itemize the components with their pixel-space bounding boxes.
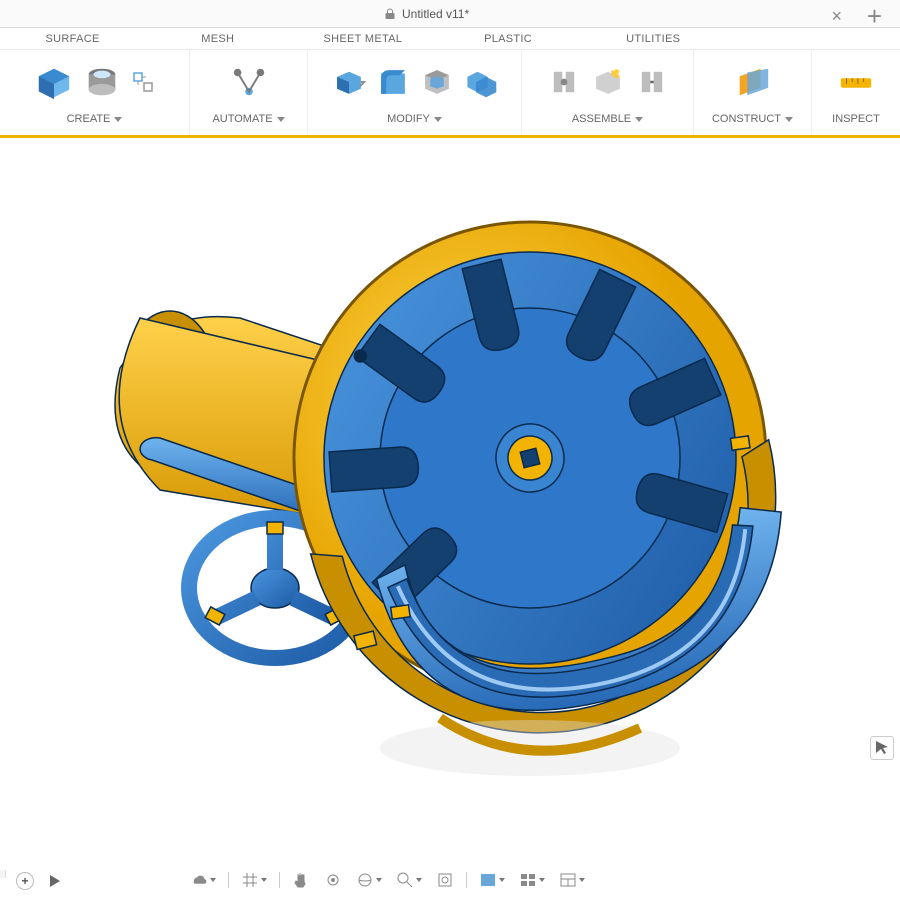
layout-icon xyxy=(559,871,577,889)
measure-icon[interactable] xyxy=(837,63,875,101)
pan-button[interactable] xyxy=(288,869,314,891)
play-icon xyxy=(46,873,62,889)
fit-button[interactable] xyxy=(432,869,458,891)
cylinder-icon[interactable] xyxy=(83,63,121,101)
timeline-expand-button[interactable]: + xyxy=(16,872,34,890)
chevron-down-icon xyxy=(635,117,643,122)
chevron-down-icon xyxy=(261,878,267,882)
panel-mesh[interactable]: MESH xyxy=(145,33,290,45)
document-tab[interactable]: Untitled v11* xyxy=(370,0,483,27)
sketch-icon[interactable] xyxy=(131,70,155,94)
joint-icon[interactable] xyxy=(547,63,581,101)
viewport-single-button[interactable] xyxy=(475,869,509,891)
model-canvas[interactable] xyxy=(0,138,900,870)
assemble-menu[interactable]: ASSEMBLE xyxy=(572,109,643,129)
panel-plastic[interactable]: PLASTIC xyxy=(435,33,580,45)
automate-icon[interactable] xyxy=(230,63,268,101)
viewport-single-icon xyxy=(479,871,497,889)
panel-utilities[interactable]: UTILITIES xyxy=(581,33,726,45)
zoom-icon xyxy=(396,871,414,889)
close-tab-button[interactable]: × xyxy=(831,6,842,27)
chevron-down-icon xyxy=(499,878,505,882)
viewport-layout-button[interactable] xyxy=(555,869,589,891)
look-at-button[interactable] xyxy=(320,869,346,891)
chevron-down-icon xyxy=(114,117,122,122)
selection-filter-button[interactable] xyxy=(870,736,894,760)
ribbon-toolbar: CREATE AUTOMATE MODIFY ASSEMBLE CONSTRUC… xyxy=(0,50,900,138)
presspull-icon[interactable] xyxy=(332,63,366,101)
asbuilt-joint-icon[interactable] xyxy=(635,63,669,101)
group-create: CREATE xyxy=(0,50,190,135)
fillet-icon[interactable] xyxy=(376,63,410,101)
box-icon[interactable] xyxy=(35,63,73,101)
chevron-down-icon xyxy=(416,878,422,882)
navigation-bar xyxy=(180,868,595,892)
grid-icon xyxy=(241,871,259,889)
workspace-panel-tabs: SURFACE MESH SHEET METAL PLASTIC UTILITI… xyxy=(0,28,900,50)
group-automate: AUTOMATE xyxy=(190,50,308,135)
orbit-icon xyxy=(356,871,374,889)
chevron-down-icon xyxy=(277,117,285,122)
construct-menu[interactable]: CONSTRUCT xyxy=(712,109,793,129)
fit-icon xyxy=(436,871,454,889)
grid-settings-button[interactable] xyxy=(237,869,271,891)
cursor-icon xyxy=(873,739,891,757)
modify-menu[interactable]: MODIFY xyxy=(387,109,442,129)
group-inspect: INSPECT xyxy=(812,50,900,135)
shell-icon[interactable] xyxy=(420,63,454,101)
lock-icon xyxy=(384,8,396,20)
plane-icon[interactable] xyxy=(734,63,772,101)
viewport-quad-icon xyxy=(519,871,537,889)
document-tab-bar: Untitled v11* × + xyxy=(0,0,900,28)
new-component-icon[interactable] xyxy=(591,63,625,101)
chevron-down-icon xyxy=(539,878,545,882)
viewport-multi-button[interactable] xyxy=(515,869,549,891)
group-assemble: ASSEMBLE xyxy=(522,50,694,135)
model-view[interactable] xyxy=(60,158,860,818)
document-title: Untitled v11* xyxy=(402,7,469,21)
automate-menu[interactable]: AUTOMATE xyxy=(212,109,284,129)
panel-surface[interactable]: SURFACE xyxy=(0,33,145,45)
group-construct: CONSTRUCT xyxy=(694,50,812,135)
hand-icon xyxy=(292,871,310,889)
timeline-play-button[interactable] xyxy=(44,871,64,891)
inspect-menu[interactable]: INSPECT xyxy=(832,109,880,129)
display-settings-button[interactable] xyxy=(186,869,220,891)
new-tab-button[interactable]: + xyxy=(867,1,882,32)
chevron-down-icon xyxy=(579,878,585,882)
group-modify: MODIFY xyxy=(308,50,522,135)
chevron-down-icon xyxy=(434,117,442,122)
combine-icon[interactable] xyxy=(464,63,498,101)
orbit-button[interactable] xyxy=(352,869,386,891)
panel-sheet-metal[interactable]: SHEET METAL xyxy=(290,33,435,45)
zoom-button[interactable] xyxy=(392,869,426,891)
look-icon xyxy=(324,871,342,889)
chevron-down-icon xyxy=(376,878,382,882)
chevron-down-icon xyxy=(210,878,216,882)
create-menu[interactable]: CREATE xyxy=(67,109,123,129)
chevron-down-icon xyxy=(785,117,793,122)
cloud-settings-icon xyxy=(190,871,208,889)
